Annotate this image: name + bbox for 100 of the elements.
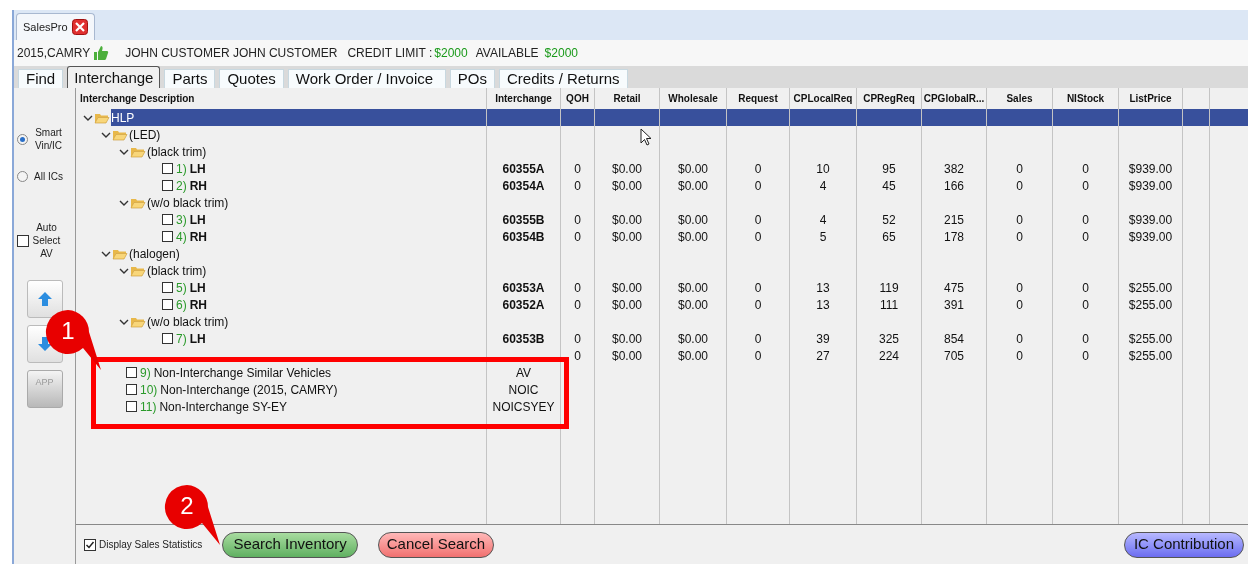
- tree-label[interactable]: HLP: [111, 108, 135, 127]
- radio-button[interactable]: [16, 171, 28, 182]
- table-cell: 0: [987, 228, 1053, 245]
- item-label[interactable]: LH: [189, 278, 206, 297]
- table-cell: 0: [1053, 279, 1119, 296]
- table-cell: NOICSYEY: [487, 398, 561, 415]
- table-cell: 52: [857, 211, 922, 228]
- tab[interactable]: Quotes: [219, 69, 284, 88]
- tree-label[interactable]: (black trim): [147, 261, 207, 280]
- check-icon: [85, 539, 95, 550]
- item-label[interactable]: RH: [189, 227, 207, 246]
- table-cell: 0: [727, 296, 790, 313]
- table-cell: $0.00: [595, 177, 660, 194]
- item-label[interactable]: Non-Interchange SY-EY: [159, 397, 288, 416]
- folder-icon: [130, 264, 146, 277]
- table-cell: 166: [922, 177, 987, 194]
- checkbox[interactable]: [126, 367, 137, 378]
- item-label[interactable]: Non-Interchange Similar Vehicles: [153, 363, 332, 382]
- table-cell: 0: [1053, 177, 1119, 194]
- folder-icon: [130, 315, 146, 328]
- checkbox[interactable]: [126, 401, 137, 412]
- checkbox[interactable]: [162, 214, 173, 225]
- item-number: 11): [140, 398, 157, 416]
- table-cell: 391: [922, 296, 987, 313]
- table-cell: $255.00: [1119, 279, 1183, 296]
- tree-label[interactable]: (black trim): [147, 142, 207, 161]
- table-cell: $0.00: [595, 347, 660, 364]
- table-cell: 65: [857, 228, 922, 245]
- down-arrow-icon: [36, 336, 53, 352]
- folder-icon: [130, 196, 146, 209]
- tree-label[interactable]: (LED): [129, 125, 161, 144]
- table-cell: 5: [790, 228, 857, 245]
- radio-label: All ICs: [33, 170, 64, 183]
- item-label[interactable]: LH: [189, 329, 206, 348]
- table-cell: 10: [790, 160, 857, 177]
- tree-label[interactable]: (w/o black trim): [147, 312, 229, 331]
- table-cell: $0.00: [660, 296, 727, 313]
- checkbox[interactable]: [84, 538, 96, 551]
- table-cell: $0.00: [660, 330, 727, 347]
- table-cell: 224: [857, 347, 922, 364]
- customer-name: JOHN CUSTOMER JOHN CUSTOMER: [125, 45, 338, 62]
- folder-icon: [112, 128, 128, 141]
- item-label[interactable]: LH: [189, 159, 206, 178]
- tab[interactable]: Work Order / Invoice: [287, 69, 446, 88]
- table-cell: 0: [987, 279, 1053, 296]
- table-cell: 0: [561, 330, 595, 347]
- checkbox[interactable]: [162, 180, 173, 191]
- item-number: 6): [176, 296, 187, 314]
- checkbox[interactable]: [162, 299, 173, 310]
- tab[interactable]: Credits / Returns: [499, 69, 628, 88]
- radio-button[interactable]: [16, 133, 28, 145]
- search-button[interactable]: Search Inventory: [222, 531, 358, 558]
- table-cell: 60354B: [487, 228, 561, 245]
- table-cell: 0: [987, 296, 1053, 313]
- item-label[interactable]: RH: [189, 176, 207, 195]
- table-cell: 0: [561, 347, 595, 364]
- checkbox[interactable]: [16, 234, 29, 247]
- up-button[interactable]: [26, 280, 63, 318]
- thumbs-up-icon: [93, 45, 110, 61]
- checkbox[interactable]: [126, 384, 137, 395]
- table-cell: $0.00: [660, 160, 727, 177]
- item-number: 7): [176, 330, 187, 348]
- item-number: 5): [176, 279, 187, 297]
- checkbox[interactable]: [162, 282, 173, 293]
- table-cell: 60355B: [487, 211, 561, 228]
- table-cell: $0.00: [595, 296, 660, 313]
- tab[interactable]: Interchange: [67, 66, 161, 88]
- table-cell: 45: [857, 177, 922, 194]
- table-cell: 178: [922, 228, 987, 245]
- table-cell: $939.00: [1119, 228, 1183, 245]
- item-number: 10): [140, 381, 158, 399]
- cancel-button[interactable]: Cancel Search: [377, 531, 495, 558]
- tab[interactable]: POs: [449, 69, 495, 88]
- available-value: $2000: [544, 45, 578, 62]
- table-cell: 4: [790, 177, 857, 194]
- table-cell: 382: [922, 160, 987, 177]
- checkbox[interactable]: [162, 163, 173, 174]
- callout-number: 1: [60, 318, 76, 344]
- table-cell: 705: [922, 347, 987, 364]
- tab[interactable]: Parts: [164, 69, 216, 88]
- tree-label[interactable]: (halogen): [129, 244, 180, 263]
- table-cell: 0: [987, 347, 1053, 364]
- checkbox[interactable]: [162, 231, 173, 242]
- radio-label: Smart Vin/IC: [33, 126, 64, 152]
- table-cell: AV: [487, 364, 561, 381]
- cursor-icon: [640, 128, 652, 146]
- table-cell: 0: [1053, 160, 1119, 177]
- window-tab[interactable]: SalesPro: [16, 13, 95, 40]
- close-icon: [71, 19, 88, 35]
- tree-label[interactable]: (w/o black trim): [147, 193, 229, 212]
- item-label[interactable]: LH: [189, 210, 206, 229]
- item-label[interactable]: Non-Interchange (2015, CAMRY): [160, 380, 338, 399]
- table-cell: $0.00: [660, 228, 727, 245]
- table-cell: 95: [857, 160, 922, 177]
- table-cell: 0: [561, 296, 595, 313]
- contribution-button[interactable]: IC Contribution: [1123, 531, 1244, 558]
- item-label[interactable]: RH: [189, 295, 207, 314]
- tab[interactable]: Find: [18, 69, 64, 88]
- table-cell: $939.00: [1119, 177, 1183, 194]
- checkbox[interactable]: [162, 333, 173, 344]
